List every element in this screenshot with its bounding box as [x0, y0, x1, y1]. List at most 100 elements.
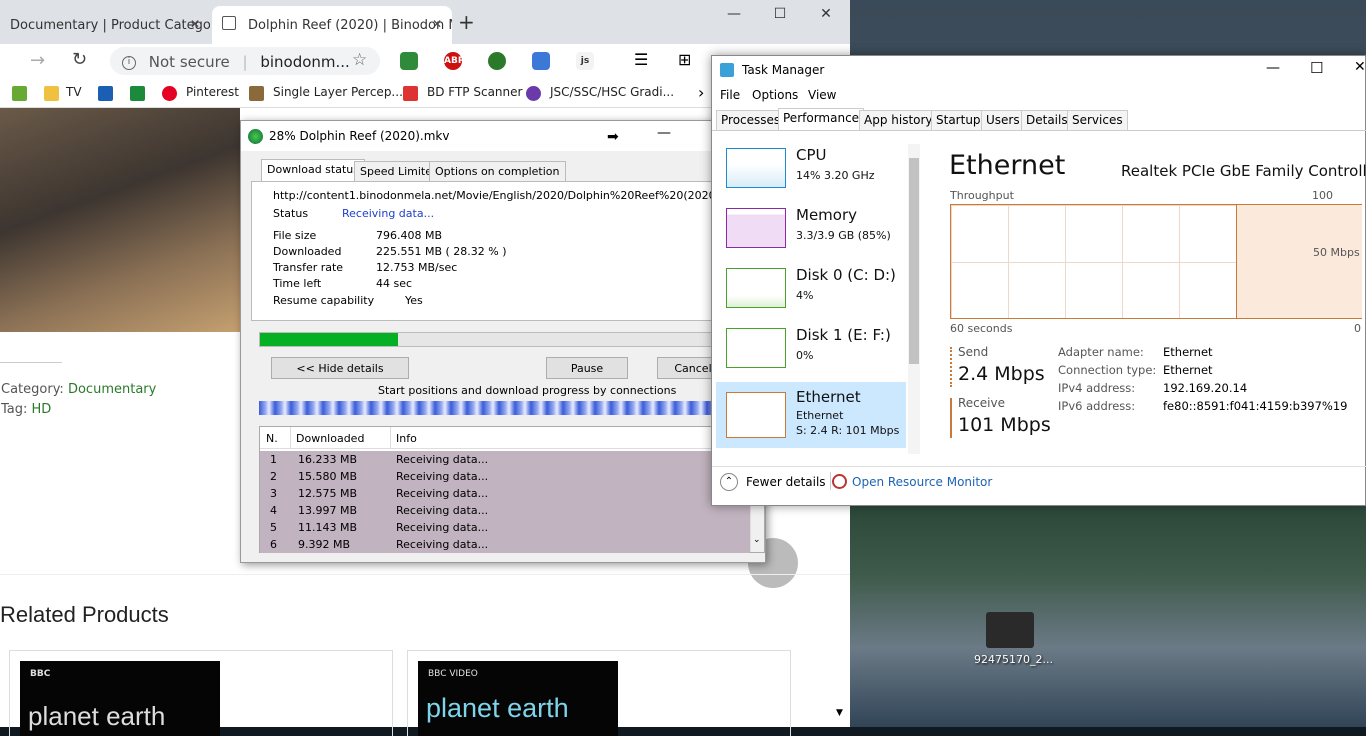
bookmark-single-layer-perceptron[interactable]: Single Layer Percep... — [273, 85, 403, 99]
table-row[interactable]: 4 13.997 MB Receiving data... — [260, 502, 750, 519]
sidebar-item-sub: 0% — [796, 349, 814, 362]
browser-tab-documentary[interactable]: Documentary | Product Categori — [0, 6, 210, 44]
tab-users[interactable]: Users — [981, 110, 1025, 130]
footer-divider — [712, 466, 1366, 467]
tab-startup[interactable]: Startup — [931, 110, 986, 130]
sidebar-item-memory[interactable]: Memory 3.3/3.9 GB (85%) — [716, 200, 906, 258]
sidebar-item-disk-1[interactable]: Disk 1 (E: F:) 0% — [716, 320, 906, 378]
scrollbar-thumb[interactable] — [909, 158, 919, 364]
extension-globe-icon[interactable] — [400, 52, 418, 70]
table-row[interactable]: 2 15.580 MB Receiving data... — [260, 468, 750, 485]
address-bar[interactable]: i Not secure | binodonm... — [110, 47, 380, 75]
table-row[interactable]: 3 12.575 MB Receiving data... — [260, 485, 750, 502]
sidebar-item-sub: Ethernet — [796, 409, 844, 422]
search-bookmark-icon[interactable] — [98, 86, 113, 101]
browser-tab-dolphin-reef[interactable]: Dolphin Reef (2020) | Binodon M — [212, 6, 452, 44]
tab-app-history[interactable]: App history — [859, 110, 938, 130]
open-resource-monitor-link[interactable]: Open Resource Monitor — [852, 475, 992, 489]
bookmark-pinterest[interactable]: Pinterest — [186, 85, 239, 99]
menu-options[interactable]: Options — [752, 88, 798, 102]
ethernet-sparkline — [726, 392, 786, 438]
tab-performance[interactable]: Performance — [778, 108, 865, 131]
collections-icon[interactable]: ⊞ — [678, 50, 691, 69]
bookmark-bd-ftp-scanner[interactable]: BD FTP Scanner — [427, 85, 522, 99]
bookmark-jsc-ssc-hsc[interactable]: JSC/SSC/HSC Gradi... — [550, 85, 674, 99]
js-extension-icon[interactable]: js — [576, 52, 594, 70]
tm-maximize-button[interactable]: ☐ — [1310, 59, 1323, 77]
column-header-downloaded[interactable]: Downloaded — [296, 432, 364, 445]
cpu-sparkline — [726, 148, 786, 188]
related-product-card[interactable]: BBC VIDEO planet earth — [407, 650, 791, 736]
chevron-right-icon[interactable]: › — [698, 83, 704, 102]
upwork-icon[interactable] — [12, 86, 27, 101]
table-row[interactable]: 6 9.392 MB Receiving data... — [260, 536, 750, 553]
tag-link[interactable]: HD — [32, 402, 52, 417]
sidebar-item-name: Disk 0 (C: D:) — [796, 266, 896, 284]
product-title: planet earth — [426, 693, 569, 723]
tab-download-status[interactable]: Download status — [261, 159, 365, 182]
menu-view[interactable]: View — [808, 88, 836, 102]
close-tab-icon[interactable]: ✕ — [432, 17, 442, 31]
forward-icon[interactable]: → — [30, 50, 45, 71]
downloaded-value: 225.551 MB ( 28.32 % ) — [376, 245, 507, 258]
table-row[interactable]: 5 11.143 MB Receiving data... — [260, 519, 750, 536]
tab-processes[interactable]: Processes — [716, 110, 786, 130]
menu-file[interactable]: File — [720, 88, 740, 102]
sheets-icon[interactable] — [130, 86, 145, 101]
desktop-file-label[interactable]: 92475170_2... — [974, 653, 1053, 666]
tab-title: Dolphin Reef (2020) | Binodon M — [248, 18, 452, 33]
close-window-button[interactable]: ✕ — [806, 6, 846, 26]
transfer-rate-value: 12.753 MB/sec — [376, 261, 458, 274]
tab-options-on-completion[interactable]: Options on completion — [429, 161, 566, 182]
ipv6-value: fe80::8591:f041:4159:b397%19 — [1163, 399, 1348, 413]
translate-icon[interactable] — [532, 52, 550, 70]
maximize-button[interactable]: ☐ — [760, 6, 800, 26]
sidebar-item-disk-0[interactable]: Disk 0 (C: D:) 4% — [716, 260, 906, 318]
send-value: 2.4 Mbps — [958, 363, 1045, 385]
progress-fill — [260, 333, 399, 346]
row-info: Receiving data... — [396, 521, 489, 534]
tag-line: Tag: HD — [1, 402, 51, 417]
bookmark-star-icon[interactable]: ☆ — [352, 50, 367, 70]
bookmark-tv[interactable]: TV — [66, 85, 82, 99]
sidebar-item-sub: 4% — [796, 289, 814, 302]
reading-list-icon[interactable]: ☰ — [634, 50, 648, 69]
tm-minimize-button[interactable]: — — [1266, 60, 1280, 76]
hide-details-button[interactable]: << Hide details — [271, 357, 409, 379]
category-line: Category: Documentary — [1, 382, 156, 397]
idm-minimize-button[interactable]: — — [657, 125, 671, 141]
extension-green-icon[interactable] — [488, 52, 506, 70]
ftp-icon — [403, 86, 418, 101]
row-n: 3 — [270, 487, 277, 500]
divider — [0, 574, 850, 575]
chevron-up-icon[interactable]: ⌃ — [720, 473, 738, 491]
table-row[interactable]: 1 16.233 MB Receiving data... — [260, 451, 750, 468]
column-header-info[interactable]: Info — [396, 432, 417, 445]
desktop-file-icon[interactable] — [986, 612, 1034, 648]
tm-close-button[interactable]: ✕ — [1354, 59, 1366, 75]
new-tab-button[interactable]: + — [458, 10, 475, 34]
category-link[interactable]: Documentary — [68, 382, 156, 397]
fewer-details-link[interactable]: Fewer details — [746, 475, 826, 489]
close-tab-icon[interactable]: ✕ — [190, 17, 200, 31]
sidebar-item-ethernet[interactable]: Ethernet Ethernet S: 2.4 R: 101 Mbps — [716, 382, 906, 448]
row-downloaded: 13.997 MB — [298, 504, 358, 517]
tab-details[interactable]: Details — [1021, 110, 1073, 130]
tab-services[interactable]: Services — [1067, 110, 1128, 130]
reload-icon[interactable]: ↻ — [72, 49, 87, 70]
url-text: binodonm... — [260, 53, 350, 71]
minimize-button[interactable]: — — [714, 6, 754, 26]
pause-button[interactable]: Pause — [546, 357, 628, 379]
column-header-n[interactable]: N. — [266, 432, 278, 445]
related-product-card[interactable]: BBC planet earth — [9, 650, 393, 736]
row-n: 4 — [270, 504, 277, 517]
sidebar-scrollbar[interactable] — [908, 144, 920, 454]
row-downloaded: 15.580 MB — [298, 470, 358, 483]
sidebar-item-speed: S: 2.4 R: 101 Mbps — [796, 424, 900, 437]
status-value: Receiving data... — [342, 207, 435, 220]
scroll-down-arrow[interactable]: ▼ — [836, 708, 843, 718]
adblock-plus-icon[interactable]: ABP — [444, 52, 464, 70]
chevron-down-icon[interactable]: ⌄ — [753, 535, 761, 545]
ethernet-heading: Ethernet — [949, 150, 1066, 181]
sidebar-item-cpu[interactable]: CPU 14% 3.20 GHz — [716, 140, 906, 198]
